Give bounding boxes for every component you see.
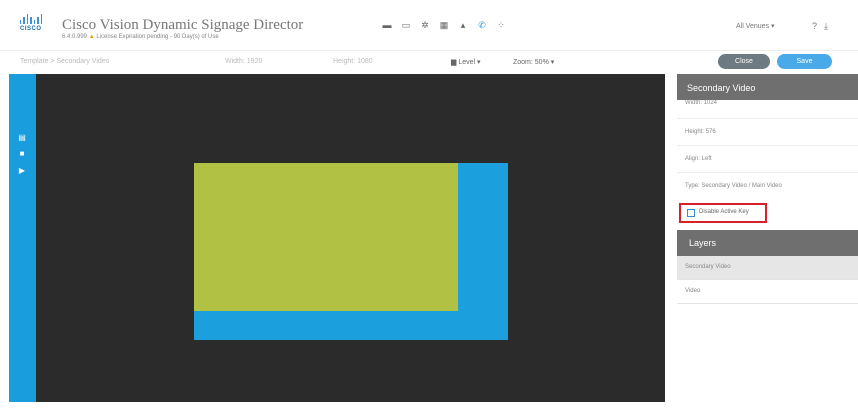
warning-icon: ▲ [88, 34, 95, 40]
divider [677, 172, 858, 173]
download-icon[interactable]: ⤓ [824, 21, 828, 32]
align-property[interactable]: Align: Left [685, 156, 712, 162]
disable-active-key-option[interactable]: Disable Active Key [679, 203, 767, 223]
divider [677, 118, 858, 119]
folder-icon[interactable]: ▬ [383, 21, 392, 30]
type-property[interactable]: Type: Secondary Video / Main Video [685, 183, 782, 189]
disable-active-key-checkbox[interactable] [687, 209, 695, 217]
version-text: 6.4.0.999 [62, 34, 88, 40]
breadcrumb: Template > Secondary Video [20, 58, 110, 65]
chevron-down-icon: ▾ [771, 23, 775, 30]
height-field[interactable]: Height: 1080 [333, 58, 373, 65]
panel-title: Secondary Video [677, 74, 858, 100]
secondary-video-region[interactable] [194, 163, 458, 311]
tool-rail: ▤ ■ ▶ [9, 74, 36, 402]
chevron-down-icon: ▾ [550, 59, 555, 66]
width-property[interactable]: Width: 1024 [685, 100, 717, 106]
cisco-logo-bars [20, 14, 42, 24]
layer-item[interactable]: Secondary Video [677, 256, 858, 280]
zoom-select-label: Zoom: 50% [513, 59, 549, 66]
save-button[interactable]: Save [777, 54, 832, 69]
zoom-select[interactable]: Zoom: 50% ▾ [513, 58, 554, 66]
venue-select[interactable]: All Venues ▾ [736, 22, 775, 30]
level-icon: ▆ [451, 59, 457, 66]
apps-icon[interactable]: ⁘ [497, 21, 505, 30]
license-warning: License Expiration pending - 90 Day(s) o… [96, 34, 219, 40]
cisco-logo: CISCO [20, 14, 42, 36]
layers-title: Layers [677, 230, 858, 256]
video-icon[interactable]: ■ [18, 150, 26, 158]
disable-active-key-label: Disable Active Key [699, 209, 749, 215]
layers-icon[interactable]: ▤ [18, 134, 26, 142]
height-property[interactable]: Height: 576 [685, 129, 716, 135]
layer-item[interactable]: Video [677, 280, 858, 304]
flag-icon[interactable]: ▶ [18, 167, 26, 175]
cisco-logo-word: CISCO [20, 26, 42, 32]
width-field[interactable]: Width: 1920 [225, 58, 262, 65]
level-select[interactable]: ▆ Level ▾ [451, 58, 481, 66]
close-button[interactable]: Close [718, 54, 770, 69]
header-right-icons: ? ⤓ [812, 21, 828, 32]
template-canvas[interactable] [36, 74, 665, 402]
help-icon[interactable]: ? [812, 21, 817, 32]
properties-panel: Secondary Video Width: 1024 Height: 576 … [677, 74, 858, 408]
level-select-label: Level [458, 59, 476, 66]
editor-toolbar: Template > Secondary Video Width: 1920 H… [0, 50, 858, 73]
grid-icon[interactable]: ▦ [440, 21, 449, 30]
phone-icon[interactable]: ✆ [478, 21, 486, 30]
app-title: Cisco Vision Dynamic Signage Director [62, 17, 304, 33]
monitor-icon[interactable]: ▭ [402, 21, 411, 30]
chevron-down-icon: ▾ [477, 59, 481, 66]
divider [677, 145, 858, 146]
app-header: CISCO Cisco Vision Dynamic Signage Direc… [0, 0, 858, 50]
gear-icon[interactable]: ✲ [421, 21, 429, 30]
chart-icon[interactable]: ▴ [459, 21, 467, 30]
app-subtitle: 6.4.0.999 ▲ License Expiration pending -… [62, 34, 219, 40]
toolbar-icons: ▬ ▭ ✲ ▦ ▴ ✆ ⁘ [383, 21, 505, 30]
venue-select-label: All Venues [736, 23, 770, 30]
